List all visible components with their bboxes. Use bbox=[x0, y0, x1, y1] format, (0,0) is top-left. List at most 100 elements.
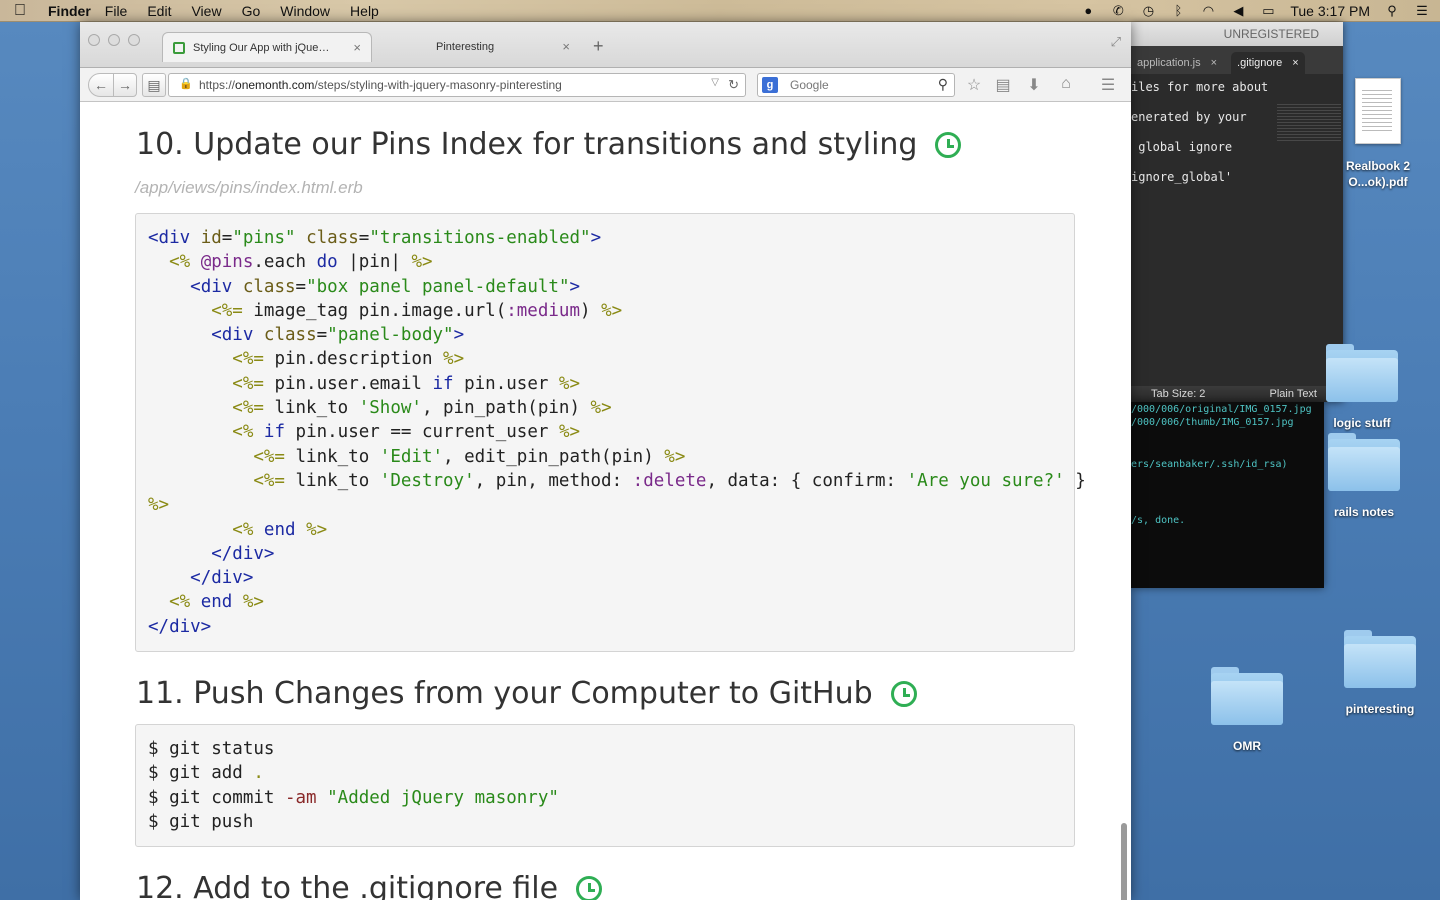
url-prefix: https:// bbox=[199, 78, 236, 92]
code-line: <%= link_to 'Destroy', pin, method: :del… bbox=[253, 470, 1086, 491]
notification-center-icon[interactable]: ☰ bbox=[1414, 3, 1430, 19]
desktop-icon-omr[interactable]: OMR bbox=[1192, 667, 1302, 753]
page-scrollbar[interactable] bbox=[1121, 823, 1127, 900]
forward-arrow-icon: → bbox=[118, 77, 132, 93]
search-icon[interactable]: ⚲ bbox=[938, 76, 948, 93]
code-line: <div class="panel-body"> bbox=[211, 325, 465, 346]
menu-icon[interactable]: ☰ bbox=[1098, 75, 1118, 95]
bluetooth-icon[interactable]: ᛒ bbox=[1170, 3, 1186, 19]
desktop-icon-label: OMR bbox=[1233, 739, 1261, 753]
editor-tab-label: .gitignore bbox=[1237, 57, 1283, 69]
desktop-icon-label: Realbook 2 O...ok).pdf bbox=[1345, 159, 1411, 189]
editor-tab-gitignore[interactable]: .gitignore × bbox=[1231, 52, 1305, 74]
code-line: </div> bbox=[148, 616, 212, 637]
file-path: /app/views/pins/index.html.erb bbox=[135, 178, 363, 197]
editor-tab-size[interactable]: Tab Size: 2 bbox=[1151, 388, 1205, 400]
wifi-icon[interactable]: ◠ bbox=[1200, 3, 1216, 19]
code-line: $ git push bbox=[148, 811, 254, 832]
clock-icon bbox=[576, 875, 603, 900]
favicon-icon bbox=[173, 41, 185, 54]
status-menus: ● ✆ ◷ ᛒ ◠ ◀ ▭ Tue 3:17 PM ⚲ ☰ bbox=[1080, 0, 1430, 22]
forward-button[interactable]: → bbox=[113, 73, 137, 97]
desktop-icon-realbook-pdf[interactable]: Realbook 2 O...ok).pdf bbox=[1323, 78, 1433, 190]
bookmark-star-icon[interactable]: ☆ bbox=[964, 75, 984, 95]
close-icon[interactable]: × bbox=[353, 40, 361, 55]
status-app-icon[interactable]: ● bbox=[1080, 3, 1096, 19]
reload-icon[interactable]: ↻ bbox=[728, 77, 739, 93]
new-tab-button[interactable]: + bbox=[593, 36, 604, 57]
menu-app-name[interactable]: Finder bbox=[48, 3, 91, 19]
code-line: </div> bbox=[211, 543, 275, 564]
menu-edit[interactable]: Edit bbox=[147, 3, 171, 19]
code-line: $ git add . bbox=[148, 763, 264, 784]
page-content: 10. Update our Pins Index for transition… bbox=[80, 103, 1131, 900]
code-line: <div class="box panel panel-default"> bbox=[190, 276, 581, 297]
code-line: <% if pin.user == current_user %> bbox=[232, 422, 581, 443]
url-path: /steps/styling-with-jquery-masonry-pinte… bbox=[314, 78, 562, 92]
terminal-line: /000/006/thumb/IMG_0157.jpg bbox=[1131, 417, 1294, 428]
menu-window[interactable]: Window bbox=[280, 3, 330, 19]
editor-title: UNREGISTERED bbox=[1223, 27, 1319, 41]
editor-line: iles for more about bbox=[1131, 80, 1269, 94]
zoom-window-button[interactable] bbox=[128, 34, 140, 46]
menu-help[interactable]: Help bbox=[350, 3, 379, 19]
close-icon[interactable]: × bbox=[1292, 57, 1298, 69]
minimize-window-button[interactable] bbox=[108, 34, 120, 46]
apple-menu-icon[interactable]:  bbox=[0, 2, 40, 20]
folder-icon bbox=[1344, 630, 1416, 688]
search-bar[interactable]: g Google ⚲ bbox=[757, 73, 955, 97]
menu-file[interactable]: File bbox=[105, 3, 128, 19]
code-line: <% @pins.each do |pin| %> bbox=[169, 252, 433, 273]
close-window-button[interactable] bbox=[88, 34, 100, 46]
chevron-down-icon[interactable]: ▽ bbox=[711, 77, 719, 88]
back-arrow-icon: ← bbox=[94, 77, 108, 93]
code-line: </div> bbox=[190, 568, 254, 589]
menu-go[interactable]: Go bbox=[242, 3, 261, 19]
clock-icon bbox=[935, 131, 962, 158]
desktop-icon-label: pinteresting bbox=[1345, 702, 1415, 716]
time-machine-icon[interactable]: ◷ bbox=[1140, 3, 1156, 19]
tab-pinteresting[interactable]: Pinteresting × bbox=[380, 32, 580, 62]
code-line: <%= image_tag pin.image.url(:medium) %> bbox=[211, 300, 623, 321]
page-icon: ▤ bbox=[147, 76, 161, 93]
battery-icon[interactable]: ▭ bbox=[1260, 3, 1276, 19]
folder-icon bbox=[1211, 667, 1283, 725]
volume-icon[interactable]: ◀ bbox=[1230, 3, 1246, 19]
desktop-icon-pinteresting[interactable]: pinteresting bbox=[1325, 630, 1435, 716]
terminal-window: /000/006/original/IMG_0157.jpg /000/006/… bbox=[1131, 402, 1324, 588]
downloads-icon[interactable]: ⬇ bbox=[1024, 75, 1044, 95]
editor-titlebar: UNREGISTERED bbox=[1131, 22, 1343, 46]
code-line: %> bbox=[148, 495, 170, 516]
section-11-title: 11. Push Changes from your Computer to G… bbox=[136, 676, 873, 711]
desktop-icon-rails-notes[interactable]: rails notes bbox=[1309, 433, 1419, 519]
menu-view[interactable]: View bbox=[191, 3, 221, 19]
desktop-icon-logic-stuff[interactable]: logic stuff bbox=[1307, 344, 1417, 430]
folder-icon bbox=[1326, 344, 1398, 402]
url-bar[interactable]: 🔒 https://onemonth.com/steps/styling-wit… bbox=[168, 73, 746, 97]
search-placeholder: Google bbox=[790, 78, 829, 92]
editor-line: ignore_global' bbox=[1131, 170, 1233, 184]
editor-tab-application-js[interactable]: application.js × bbox=[1131, 52, 1223, 74]
code-block-index-erb: <div id="pins" class="transitions-enable… bbox=[135, 213, 1086, 652]
code-line: <% end %> bbox=[232, 519, 328, 540]
google-search-engine-icon[interactable]: g bbox=[762, 77, 778, 93]
bookmarks-menu-icon[interactable]: ▤ bbox=[993, 75, 1013, 95]
spotlight-icon[interactable]: ⚲ bbox=[1384, 3, 1400, 19]
site-identity-button[interactable]: ▤ bbox=[142, 73, 166, 97]
editor-line: global ignore bbox=[1131, 140, 1233, 154]
close-icon[interactable]: × bbox=[562, 39, 570, 54]
fullscreen-icon[interactable]: ⤢ bbox=[1111, 34, 1121, 50]
code-line: <%= pin.description %> bbox=[232, 349, 465, 370]
code-line: <%= link_to 'Show', pin_path(pin) %> bbox=[232, 398, 612, 419]
section-12-title: 12. Add to the .gitignore file bbox=[136, 871, 559, 900]
code-line: <%= pin.user.email if pin.user %> bbox=[232, 373, 580, 394]
close-icon[interactable]: × bbox=[1211, 57, 1217, 69]
phone-icon[interactable]: ✆ bbox=[1110, 3, 1126, 19]
tab-styling-our-app[interactable]: Styling Our App with jQue… × bbox=[162, 32, 372, 62]
tab-label: Styling Our App with jQue… bbox=[193, 41, 330, 54]
back-button[interactable]: ← bbox=[88, 73, 114, 97]
menu-clock[interactable]: Tue 3:17 PM bbox=[1290, 3, 1370, 19]
home-icon[interactable]: ⌂ bbox=[1056, 75, 1076, 93]
code-line: <%= link_to 'Edit', edit_pin_path(pin) %… bbox=[253, 446, 686, 467]
pdf-file-icon bbox=[1355, 78, 1401, 144]
